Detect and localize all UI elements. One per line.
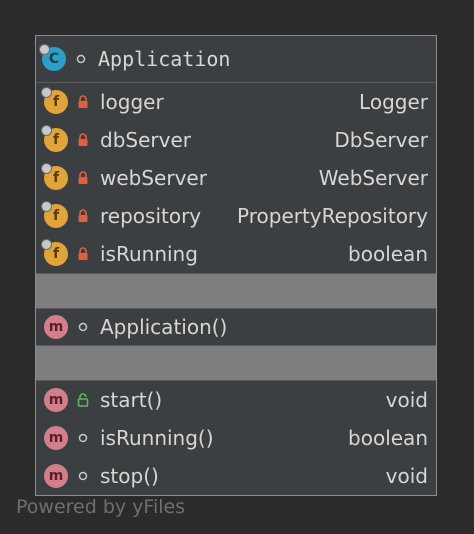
method-badge-icon: m bbox=[44, 426, 68, 450]
field-name: repository bbox=[100, 204, 202, 228]
public-unlock-icon bbox=[76, 393, 90, 407]
constructor-row[interactable]: m Application() bbox=[36, 309, 436, 345]
fields-section: f logger Logger f dbServer DbServer f we… bbox=[36, 83, 436, 274]
field-badge-icon: f bbox=[41, 125, 68, 152]
constructors-section: m Application() bbox=[36, 309, 436, 346]
pin-icon bbox=[41, 125, 52, 136]
method-row[interactable]: m isRunning() boolean bbox=[36, 419, 436, 457]
method-return-type: void bbox=[385, 464, 428, 488]
package-circle-icon bbox=[74, 52, 88, 66]
field-type: Logger bbox=[359, 90, 428, 114]
pin-icon bbox=[41, 239, 52, 250]
field-name: isRunning bbox=[100, 242, 198, 266]
pin-icon bbox=[41, 87, 52, 98]
field-row[interactable]: f repository PropertyRepository bbox=[36, 197, 436, 235]
method-return-type: boolean bbox=[348, 426, 428, 450]
field-row[interactable]: f logger Logger bbox=[36, 83, 436, 121]
methods-section: m start() void m isRunning() boolean m s… bbox=[36, 381, 436, 495]
field-name: logger bbox=[100, 90, 164, 114]
field-name: webServer bbox=[100, 166, 207, 190]
method-badge-icon: m bbox=[44, 388, 68, 412]
field-name: dbServer bbox=[100, 128, 191, 152]
field-type: boolean bbox=[348, 242, 428, 266]
method-return-type: void bbox=[385, 388, 428, 412]
method-name: start() bbox=[100, 388, 163, 412]
field-badge-icon: f bbox=[41, 201, 68, 228]
package-circle-icon bbox=[76, 320, 90, 334]
package-circle-icon bbox=[76, 469, 90, 483]
class-name: Application bbox=[98, 47, 231, 71]
field-type: PropertyRepository bbox=[237, 204, 428, 228]
field-row[interactable]: f isRunning boolean bbox=[36, 235, 436, 273]
pin-icon bbox=[41, 201, 52, 212]
field-badge-icon: f bbox=[41, 87, 68, 114]
private-lock-icon bbox=[76, 95, 90, 109]
section-separator bbox=[36, 346, 436, 381]
constructor-name: Application() bbox=[100, 315, 228, 339]
private-lock-icon bbox=[76, 171, 90, 185]
class-header: C Application bbox=[36, 36, 436, 83]
pin-icon bbox=[39, 44, 50, 55]
field-row[interactable]: f webServer WebServer bbox=[36, 159, 436, 197]
field-type: DbServer bbox=[334, 128, 428, 152]
method-badge-icon: m bbox=[44, 464, 68, 488]
field-badge-icon: f bbox=[41, 163, 68, 190]
class-badge-icon: C bbox=[39, 44, 66, 71]
method-row[interactable]: m stop() void bbox=[36, 457, 436, 495]
pin-icon bbox=[41, 163, 52, 174]
powered-by-footer: Powered by yFiles bbox=[16, 496, 186, 518]
private-lock-icon bbox=[76, 247, 90, 261]
package-circle-icon bbox=[76, 431, 90, 445]
field-type: WebServer bbox=[318, 166, 428, 190]
class-node-application[interactable]: C Application f logger Logger f dbServer… bbox=[35, 35, 437, 496]
private-lock-icon bbox=[76, 209, 90, 223]
method-badge-icon: m bbox=[44, 315, 68, 339]
method-row[interactable]: m start() void bbox=[36, 381, 436, 419]
section-separator bbox=[36, 274, 436, 309]
method-name: isRunning() bbox=[100, 426, 214, 450]
field-row[interactable]: f dbServer DbServer bbox=[36, 121, 436, 159]
method-name: stop() bbox=[100, 464, 159, 488]
field-badge-icon: f bbox=[41, 239, 68, 266]
private-lock-icon bbox=[76, 133, 90, 147]
